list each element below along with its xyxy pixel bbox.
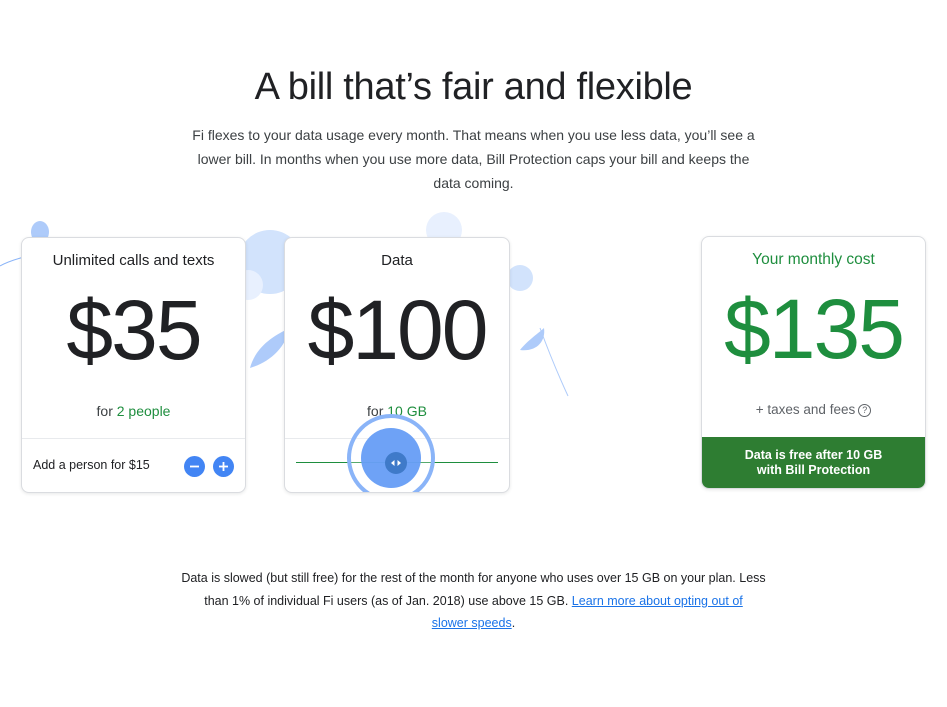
page-subtitle: Fi flexes to your data usage every month…: [192, 127, 755, 191]
banner-line-1: Data is free after 10 GB: [744, 447, 883, 462]
plus-icon: [219, 462, 228, 471]
data-slider-row: [285, 414, 509, 492]
total-price: $135: [724, 282, 905, 376]
taxes-line: + taxes and fees?: [702, 402, 925, 417]
calls-for-prefix: for: [96, 403, 117, 419]
minus-icon: [190, 465, 199, 468]
calls-card-title: Unlimited calls and texts: [52, 252, 215, 269]
footnote: Data is slowed (but still free) for the …: [175, 567, 772, 635]
banner-line-2: with Bill Protection: [756, 462, 871, 477]
calls-for-line: for 2 people: [22, 403, 245, 419]
remove-person-button[interactable]: [184, 456, 205, 477]
add-person-label: Add a person for $15: [33, 458, 150, 472]
page-title: A bill that’s fair and flexible: [254, 66, 693, 108]
learn-more-link-continued[interactable]: slower speeds: [432, 616, 512, 630]
data-card-title: Data: [381, 252, 413, 269]
drag-arrows-icon: [391, 460, 401, 466]
cost-card-title: Your monthly cost: [752, 251, 875, 268]
learn-more-link[interactable]: Learn more about opting out of: [572, 594, 743, 608]
bill-protection-banner: Data is free after 10 GB with Bill Prote…: [702, 437, 925, 488]
monthly-cost-card: Your monthly cost $135 + taxes and fees?…: [701, 236, 926, 489]
data-price: $100: [307, 283, 489, 377]
add-person-row: Add a person for $15: [22, 438, 245, 492]
data-card: Data $100 for 10 GB: [284, 237, 510, 493]
people-count: 2 people: [116, 403, 171, 419]
add-person-button[interactable]: [213, 456, 234, 477]
data-slider-handle[interactable]: [385, 452, 407, 474]
taxes-label: + taxes and fees: [755, 402, 856, 417]
calls-price: $35: [66, 283, 202, 377]
help-circle-icon[interactable]: ?: [858, 404, 872, 417]
calls-card: Unlimited calls and texts $35 for 2 peop…: [21, 237, 246, 493]
footnote-end: .: [511, 616, 516, 630]
